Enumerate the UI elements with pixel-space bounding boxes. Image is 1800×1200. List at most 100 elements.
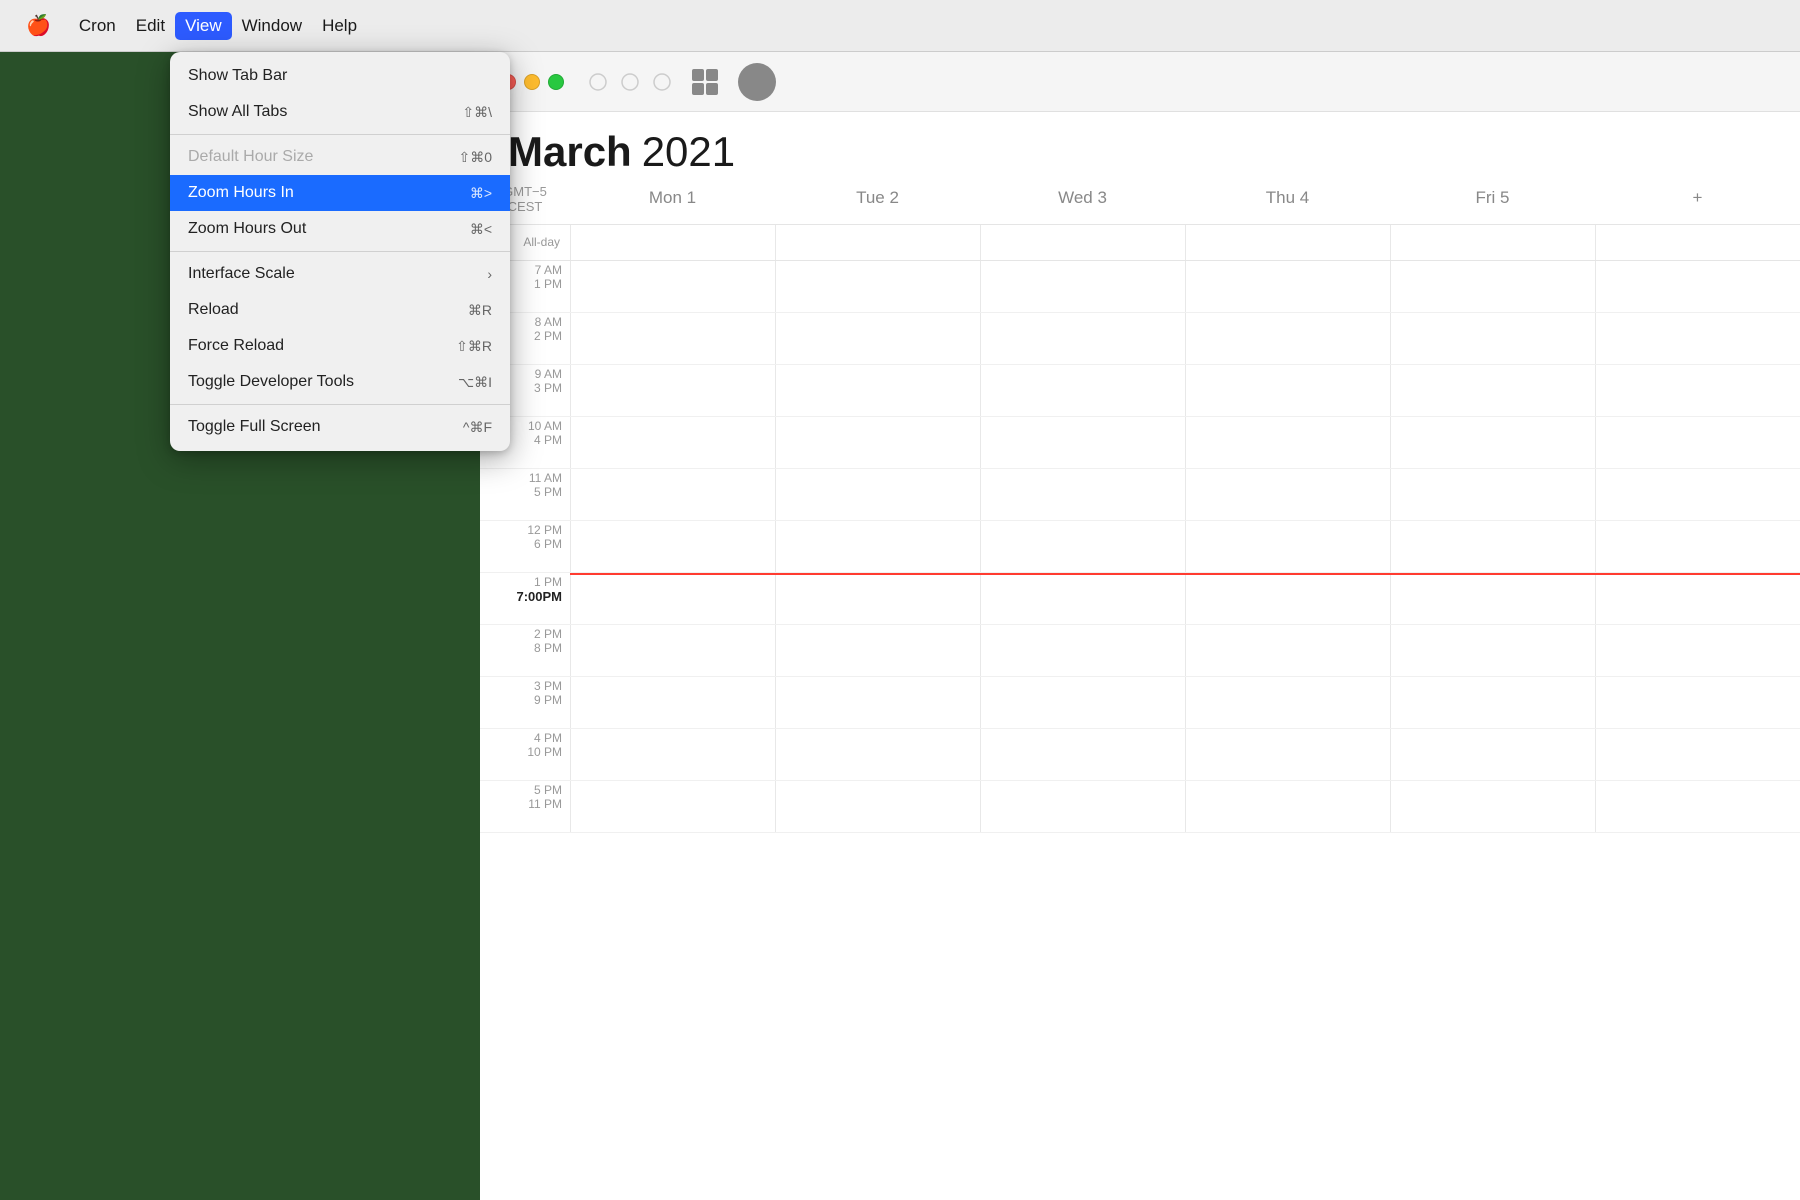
time-cell-fri-8am[interactable] <box>1390 313 1595 364</box>
layout-icon[interactable] <box>692 69 718 95</box>
menu-item-toggle-dev-tools[interactable]: Toggle Developer Tools ⌥⌘I <box>170 364 510 400</box>
time-cell-extra-3pm[interactable] <box>1595 677 1800 728</box>
time-cell-thu-10am[interactable] <box>1185 417 1390 468</box>
time-cell-fri-10am[interactable] <box>1390 417 1595 468</box>
time-cell-fri-3pm[interactable] <box>1390 677 1595 728</box>
time-cell-fri-11am[interactable] <box>1390 469 1595 520</box>
menubar-edit[interactable]: Edit <box>126 12 175 40</box>
allday-wed[interactable] <box>980 225 1185 260</box>
time-cell-mon-9am[interactable] <box>570 365 775 416</box>
time-cell-thu-1pm[interactable] <box>1185 573 1390 624</box>
time-cell-mon-12pm[interactable] <box>570 521 775 572</box>
menubar-help[interactable]: Help <box>312 12 367 40</box>
day-header-plus[interactable]: + <box>1595 184 1800 218</box>
time-cell-wed-4pm[interactable] <box>980 729 1185 780</box>
time-cell-wed-12pm[interactable] <box>980 521 1185 572</box>
time-cell-mon-7am[interactable] <box>570 261 775 312</box>
menu-item-force-reload[interactable]: Force Reload ⇧⌘R <box>170 328 510 364</box>
menu-item-default-hour-size[interactable]: Default Hour Size ⇧⌘0 <box>170 139 510 175</box>
time-cell-mon-1pm[interactable] <box>570 573 775 624</box>
menu-item-zoom-hours-out[interactable]: Zoom Hours Out ⌘< <box>170 211 510 247</box>
time-cell-fri-5pm[interactable] <box>1390 781 1595 832</box>
time-cell-extra-12pm[interactable] <box>1595 521 1800 572</box>
time-cell-extra-11am[interactable] <box>1595 469 1800 520</box>
menubar-view[interactable]: View <box>175 12 232 40</box>
time-cell-tue-4pm[interactable] <box>775 729 980 780</box>
time-cell-mon-8am[interactable] <box>570 313 775 364</box>
time-cell-extra-2pm[interactable] <box>1595 625 1800 676</box>
time-cell-wed-7am[interactable] <box>980 261 1185 312</box>
time-cell-extra-9am[interactable] <box>1595 365 1800 416</box>
maximize-button[interactable] <box>548 74 564 90</box>
menu-item-zoom-hours-in[interactable]: Zoom Hours In ⌘> <box>170 175 510 211</box>
time-cell-tue-8am[interactable] <box>775 313 980 364</box>
time-cell-wed-8am[interactable] <box>980 313 1185 364</box>
time-cell-fri-7am[interactable] <box>1390 261 1595 312</box>
time-cell-thu-9am[interactable] <box>1185 365 1390 416</box>
time-cell-mon-4pm[interactable] <box>570 729 775 780</box>
time-cell-fri-9am[interactable] <box>1390 365 1595 416</box>
time-cell-thu-5pm[interactable] <box>1185 781 1390 832</box>
time-cell-thu-11am[interactable] <box>1185 469 1390 520</box>
circle-icon-1 <box>588 72 608 92</box>
time-cell-tue-12pm[interactable] <box>775 521 980 572</box>
time-cell-tue-9am[interactable] <box>775 365 980 416</box>
menu-item-label: Force Reload <box>188 337 284 355</box>
time-cell-wed-3pm[interactable] <box>980 677 1185 728</box>
time-cell-fri-12pm[interactable] <box>1390 521 1595 572</box>
avatar[interactable] <box>738 63 776 101</box>
time-cell-thu-12pm[interactable] <box>1185 521 1390 572</box>
time-cell-mon-2pm[interactable] <box>570 625 775 676</box>
time-cell-mon-11am[interactable] <box>570 469 775 520</box>
menu-item-toggle-full-screen[interactable]: Toggle Full Screen ^⌘F <box>170 409 510 445</box>
time-cell-tue-7am[interactable] <box>775 261 980 312</box>
circle-icon-2 <box>620 72 640 92</box>
time-cell-extra-5pm[interactable] <box>1595 781 1800 832</box>
allday-thu[interactable] <box>1185 225 1390 260</box>
time-cell-extra-7am[interactable] <box>1595 261 1800 312</box>
time-cell-extra-1pm[interactable] <box>1595 573 1800 624</box>
time-cell-tue-3pm[interactable] <box>775 677 980 728</box>
time-cell-thu-8am[interactable] <box>1185 313 1390 364</box>
time-cell-wed-9am[interactable] <box>980 365 1185 416</box>
menu-item-show-all-tabs[interactable]: Show All Tabs ⇧⌘\ <box>170 94 510 130</box>
menubar-window[interactable]: Window <box>232 12 312 40</box>
time-cell-fri-4pm[interactable] <box>1390 729 1595 780</box>
time-cell-wed-10am[interactable] <box>980 417 1185 468</box>
time-cell-tue-5pm[interactable] <box>775 781 980 832</box>
allday-tue[interactable] <box>775 225 980 260</box>
menu-item-label: Show All Tabs <box>188 103 287 121</box>
time-cell-fri-2pm[interactable] <box>1390 625 1595 676</box>
menu-item-show-tab-bar[interactable]: Show Tab Bar <box>170 58 510 94</box>
time-row-12pm: 12 PM 6 PM <box>480 521 1800 573</box>
time-cell-wed-2pm[interactable] <box>980 625 1185 676</box>
time-cell-tue-1pm[interactable] <box>775 573 980 624</box>
allday-extra[interactable] <box>1595 225 1800 260</box>
menubar-app-name[interactable]: Cron <box>69 12 126 40</box>
time-cell-thu-4pm[interactable] <box>1185 729 1390 780</box>
time-cell-wed-5pm[interactable] <box>980 781 1185 832</box>
apple-menu[interactable]: 🍎 <box>16 9 61 42</box>
window-toolbar <box>480 52 1800 112</box>
time-cell-mon-10am[interactable] <box>570 417 775 468</box>
menu-item-reload[interactable]: Reload ⌘R <box>170 292 510 328</box>
time-cell-tue-10am[interactable] <box>775 417 980 468</box>
time-cell-extra-10am[interactable] <box>1595 417 1800 468</box>
time-cell-mon-5pm[interactable] <box>570 781 775 832</box>
allday-mon[interactable] <box>570 225 775 260</box>
time-cell-fri-1pm[interactable] <box>1390 573 1595 624</box>
time-cell-thu-3pm[interactable] <box>1185 677 1390 728</box>
tz2-label: CEST <box>508 199 543 214</box>
time-cell-thu-2pm[interactable] <box>1185 625 1390 676</box>
time-cell-thu-7am[interactable] <box>1185 261 1390 312</box>
time-cell-wed-11am[interactable] <box>980 469 1185 520</box>
allday-fri[interactable] <box>1390 225 1595 260</box>
time-cell-tue-2pm[interactable] <box>775 625 980 676</box>
time-cell-tue-11am[interactable] <box>775 469 980 520</box>
menu-item-interface-scale[interactable]: Interface Scale › <box>170 256 510 292</box>
time-cell-mon-3pm[interactable] <box>570 677 775 728</box>
time-cell-wed-1pm[interactable] <box>980 573 1185 624</box>
time-cell-extra-8am[interactable] <box>1595 313 1800 364</box>
time-cell-extra-4pm[interactable] <box>1595 729 1800 780</box>
minimize-button[interactable] <box>524 74 540 90</box>
